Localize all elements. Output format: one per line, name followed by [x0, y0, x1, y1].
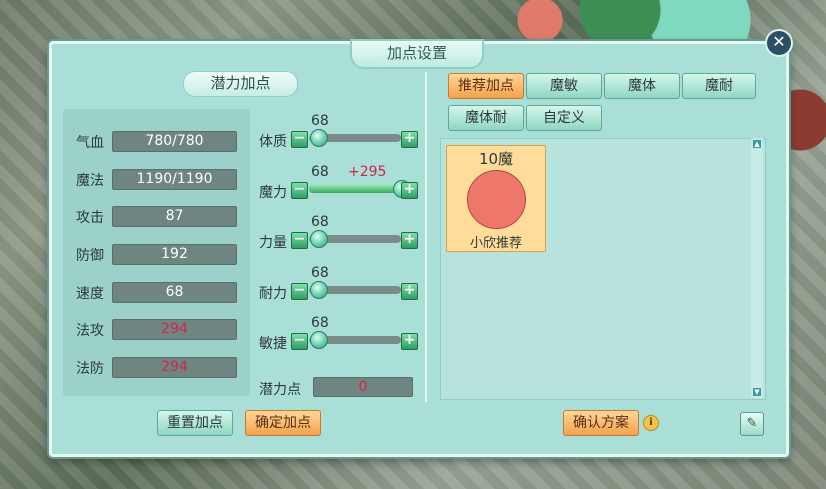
stat-label: 法攻 — [76, 323, 104, 339]
stat-value: 780/780 — [112, 131, 237, 152]
plus-button[interactable]: + — [401, 283, 418, 300]
card-circle-icon — [467, 170, 526, 229]
stat-value: 1190/1190 — [112, 169, 237, 190]
stat-row-defense: 防御 192 — [76, 244, 246, 265]
attr-value: 68 — [311, 214, 329, 230]
scroll-up-arrow-icon[interactable]: ▲ — [753, 140, 761, 148]
scheme-card[interactable]: 10魔 小欣推荐 — [446, 145, 546, 252]
stat-value: 294 — [112, 319, 237, 340]
tab-magic-agility[interactable]: 魔敏 — [526, 73, 602, 99]
attr-value: 68 — [311, 164, 329, 180]
minus-button[interactable]: − — [291, 283, 308, 300]
attr-value: 68 — [311, 113, 329, 129]
tab-magic-con-end[interactable]: 魔体耐 — [448, 105, 524, 131]
reset-button[interactable]: 重置加点 — [157, 410, 233, 436]
stat-label: 防御 — [76, 248, 104, 264]
slider-knob[interactable] — [310, 281, 329, 299]
attr-row-strength: 68 力量 − + — [259, 214, 419, 264]
minus-button[interactable]: − — [291, 333, 308, 350]
attr-value: 68 — [311, 265, 329, 281]
stat-value: 294 — [112, 357, 237, 378]
stat-label: 速度 — [76, 286, 104, 302]
attr-value: 68 — [311, 315, 329, 331]
section-title-potential: 潜力加点 — [183, 71, 298, 97]
plus-button[interactable]: + — [401, 131, 418, 148]
stat-label: 攻击 — [76, 210, 104, 226]
stat-label: 魔法 — [76, 173, 104, 189]
attr-row-constitution: 68 体质 − + — [259, 113, 419, 163]
potential-label: 潜力点 — [259, 382, 301, 398]
potential-value: 0 — [313, 377, 413, 397]
scrollbar[interactable] — [751, 138, 763, 398]
plus-button[interactable]: + — [401, 333, 418, 350]
minus-button[interactable]: − — [291, 232, 308, 249]
info-icon[interactable]: i — [643, 415, 659, 431]
slider-fill — [309, 185, 401, 193]
stat-label: 法防 — [76, 361, 104, 377]
card-title: 10魔 — [478, 150, 514, 168]
minus-button[interactable]: − — [291, 131, 308, 148]
stat-value: 68 — [112, 282, 237, 303]
window-title: 加点设置 — [350, 39, 484, 69]
stat-row-hp: 气血 780/780 — [76, 131, 246, 152]
stat-row-attack: 攻击 87 — [76, 206, 246, 227]
attr-bonus: +295 — [348, 164, 387, 180]
tab-custom[interactable]: 自定义 — [526, 105, 602, 131]
attr-label: 力量 — [259, 235, 287, 251]
confirm-allocation-button[interactable]: 确定加点 — [245, 410, 321, 436]
slider-track[interactable] — [309, 331, 401, 349]
attr-label: 体质 — [259, 134, 287, 150]
slider-knob[interactable] — [310, 230, 329, 248]
divider — [425, 72, 427, 402]
tab-magic-endurance[interactable]: 魔耐 — [682, 73, 756, 99]
confirm-scheme-button[interactable]: 确认方案 — [563, 410, 639, 436]
slider-track[interactable] — [309, 129, 401, 147]
card-label: 小欣推荐 — [469, 236, 522, 251]
slider-track[interactable] — [309, 281, 401, 299]
plus-button[interactable]: + — [401, 182, 418, 199]
stat-label: 气血 — [76, 135, 104, 151]
slider-track[interactable] — [309, 180, 411, 198]
plus-button[interactable]: + — [401, 232, 418, 249]
attr-row-magic: 68 +295 魔力 − + — [259, 164, 419, 214]
stat-value: 87 — [112, 206, 237, 227]
attr-label: 耐力 — [259, 286, 287, 302]
slider-knob[interactable] — [310, 129, 329, 147]
tab-recommended[interactable]: 推荐加点 — [448, 73, 524, 99]
minus-button[interactable]: − — [291, 182, 308, 199]
attr-label: 魔力 — [259, 185, 287, 201]
stat-row-magic-attack: 法攻 294 — [76, 319, 246, 340]
stat-row-speed: 速度 68 — [76, 282, 246, 303]
stat-value: 192 — [112, 244, 237, 265]
tab-magic-constitution[interactable]: 魔体 — [604, 73, 680, 99]
attr-row-agility: 68 敏捷 − + — [259, 315, 419, 365]
attr-row-endurance: 68 耐力 − + — [259, 265, 419, 315]
slider-knob[interactable] — [310, 331, 329, 349]
close-button[interactable]: ✕ — [765, 29, 793, 57]
slider-track[interactable] — [309, 230, 401, 248]
scroll-down-arrow-icon[interactable]: ▼ — [753, 388, 761, 396]
attr-label: 敏捷 — [259, 336, 287, 352]
edit-icon[interactable]: ✎ — [740, 412, 764, 436]
stat-row-magic-defense: 法防 294 — [76, 357, 246, 378]
stat-row-mp: 魔法 1190/1190 — [76, 169, 246, 190]
